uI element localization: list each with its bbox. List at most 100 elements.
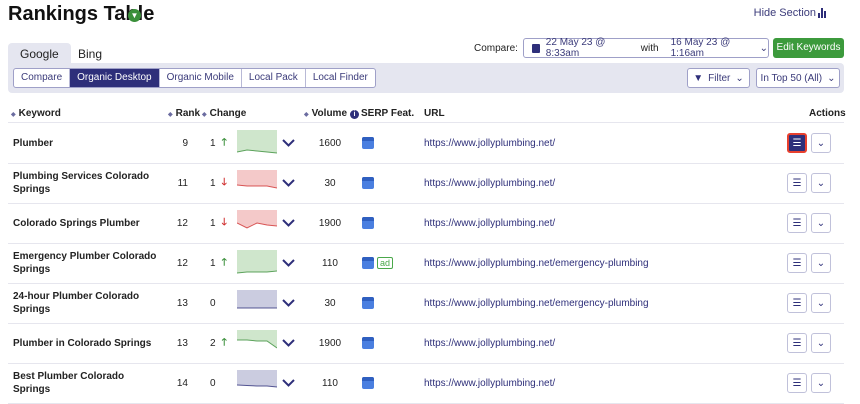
col-volume[interactable]: ◆ Volume i (304, 108, 360, 119)
arrow-up-icon: 🡑 (221, 336, 227, 348)
keyword-cell: 24-hour Plumber Colorado Springs (13, 291, 140, 315)
view-local-finder[interactable]: Local Finder (306, 69, 375, 87)
url-link[interactable]: https://www.jollyplumbing.net/ (424, 323, 555, 363)
expand-chevron-icon[interactable] (282, 323, 295, 363)
rank-sparkline (237, 163, 277, 203)
change-cell: 1 🡓 (210, 203, 227, 243)
tab-google[interactable]: Google (8, 43, 71, 63)
chevron-down-icon: ⌄ (816, 297, 826, 309)
keyword-cell: Plumber (13, 137, 54, 149)
top-filter-select[interactable]: In Top 50 (All) ⌄ (756, 68, 840, 88)
row-menu-button[interactable]: ⌄ (811, 253, 831, 273)
hide-section-link[interactable]: Hide Section (754, 7, 816, 19)
chevron-down-icon: ⌄ (735, 72, 744, 84)
serp-features (362, 203, 374, 243)
rank-sparkline (237, 323, 277, 363)
edit-keywords-button[interactable]: Edit Keywords (773, 38, 844, 58)
compare-date-picker[interactable]: 22 May 23 @ 8:33am with 16 May 23 @ 1:16… (523, 37, 769, 59)
col-keyword[interactable]: ◆ Keyword (11, 108, 61, 119)
arrow-down-icon: 🡓 (221, 216, 227, 228)
rank-cell: 14 (176, 377, 188, 389)
rank-cell: 13 (176, 337, 188, 349)
compare-label: Compare: (474, 43, 518, 54)
change-cell: 1 🡑 (210, 243, 227, 283)
view-local-pack[interactable]: Local Pack (242, 69, 306, 87)
top-filter-label: In Top 50 (All) (760, 72, 823, 84)
google-business-icon (362, 217, 374, 229)
table-row: Best Plumber Colorado Springs 14 0 110 h… (0, 363, 860, 403)
details-button[interactable]: ☰ (787, 333, 807, 353)
row-menu-button[interactable]: ⌄ (811, 213, 831, 233)
url-link[interactable]: https://www.jollyplumbing.net/ (424, 163, 555, 203)
expand-chevron-icon[interactable] (282, 243, 295, 283)
view-compare[interactable]: Compare (14, 69, 71, 87)
col-url: URL (424, 108, 445, 119)
expand-chevron-icon[interactable] (282, 203, 295, 243)
table-row: Emergency Plumber Colorado Springs 12 1 🡑… (0, 243, 860, 283)
change-cell: 1 🡑 (210, 123, 227, 163)
col-serp: SERP Feat. (361, 108, 415, 119)
serp-features (362, 363, 374, 403)
change-cell: 2 🡑 (210, 323, 227, 363)
col-change[interactable]: ◆ Change (202, 108, 246, 119)
details-button[interactable]: ☰ (787, 213, 807, 233)
help-icon[interactable]: ▼ (128, 9, 141, 22)
list-icon: ☰ (792, 177, 802, 189)
chevron-down-icon: ⌄ (816, 137, 826, 149)
list-icon: ☰ (792, 337, 802, 349)
col-rank[interactable]: ◆ Rank (168, 108, 200, 119)
view-organic-mobile[interactable]: Organic Mobile (160, 69, 242, 87)
bar-chart-icon[interactable] (818, 8, 828, 18)
list-icon: ☰ (792, 257, 802, 269)
google-business-icon (362, 177, 374, 189)
expand-chevron-icon[interactable] (282, 363, 295, 403)
url-link[interactable]: https://www.jollyplumbing.net/ (424, 203, 555, 243)
row-menu-button[interactable]: ⌄ (811, 373, 831, 393)
expand-chevron-icon[interactable] (282, 123, 295, 163)
rank-cell: 12 (176, 257, 188, 269)
details-button[interactable]: ☰ (787, 373, 807, 393)
volume-cell: 30 (324, 297, 336, 309)
chevron-down-icon: ⌄ (759, 42, 768, 54)
volume-cell: 1600 (318, 137, 342, 149)
url-link[interactable]: https://www.jollyplumbing.net/ (424, 123, 555, 163)
details-button[interactable]: ☰ (787, 293, 807, 313)
google-business-icon (362, 297, 374, 309)
serp-features (362, 123, 374, 163)
list-icon: ☰ (792, 217, 802, 229)
serp-features (362, 163, 374, 203)
details-button[interactable]: ☰ (787, 133, 807, 153)
volume-cell: 30 (324, 177, 336, 189)
details-button[interactable]: ☰ (787, 253, 807, 273)
rank-cell: 11 (177, 177, 188, 189)
filter-label: Filter (708, 72, 731, 84)
arrow-up-icon: 🡑 (221, 256, 227, 268)
details-button[interactable]: ☰ (787, 173, 807, 193)
google-business-icon (362, 337, 374, 349)
expand-chevron-icon[interactable] (282, 283, 295, 323)
rank-cell: 12 (176, 217, 188, 229)
arrow-up-icon: 🡑 (221, 136, 227, 148)
tab-bing[interactable]: Bing (66, 43, 114, 63)
row-menu-button[interactable]: ⌄ (811, 293, 831, 313)
list-icon: ☰ (792, 137, 802, 149)
google-business-icon (362, 137, 374, 149)
table-row: Plumber in Colorado Springs 13 2 🡑 1900 h… (0, 323, 860, 363)
chevron-down-icon: ⌄ (827, 72, 836, 84)
url-link[interactable]: https://www.jollyplumbing.net/emergency-… (424, 283, 649, 323)
url-link[interactable]: https://www.jollyplumbing.net/ (424, 363, 555, 403)
expand-chevron-icon[interactable] (282, 163, 295, 203)
volume-cell: 110 (322, 257, 338, 269)
change-cell: 1 🡓 (210, 163, 227, 203)
row-menu-button[interactable]: ⌄ (811, 333, 831, 353)
chevron-down-icon: ⌄ (816, 257, 826, 269)
rank-sparkline (237, 203, 277, 243)
url-link[interactable]: https://www.jollyplumbing.net/emergency-… (424, 243, 649, 283)
row-menu-button[interactable]: ⌄ (811, 133, 831, 153)
volume-cell: 1900 (318, 337, 342, 349)
filter-button[interactable]: ▼ Filter ⌄ (687, 68, 750, 88)
funnel-icon: ▼ (693, 72, 704, 84)
row-menu-button[interactable]: ⌄ (811, 173, 831, 193)
view-organic-desktop[interactable]: Organic Desktop (70, 69, 160, 87)
rank-sparkline (237, 123, 277, 163)
